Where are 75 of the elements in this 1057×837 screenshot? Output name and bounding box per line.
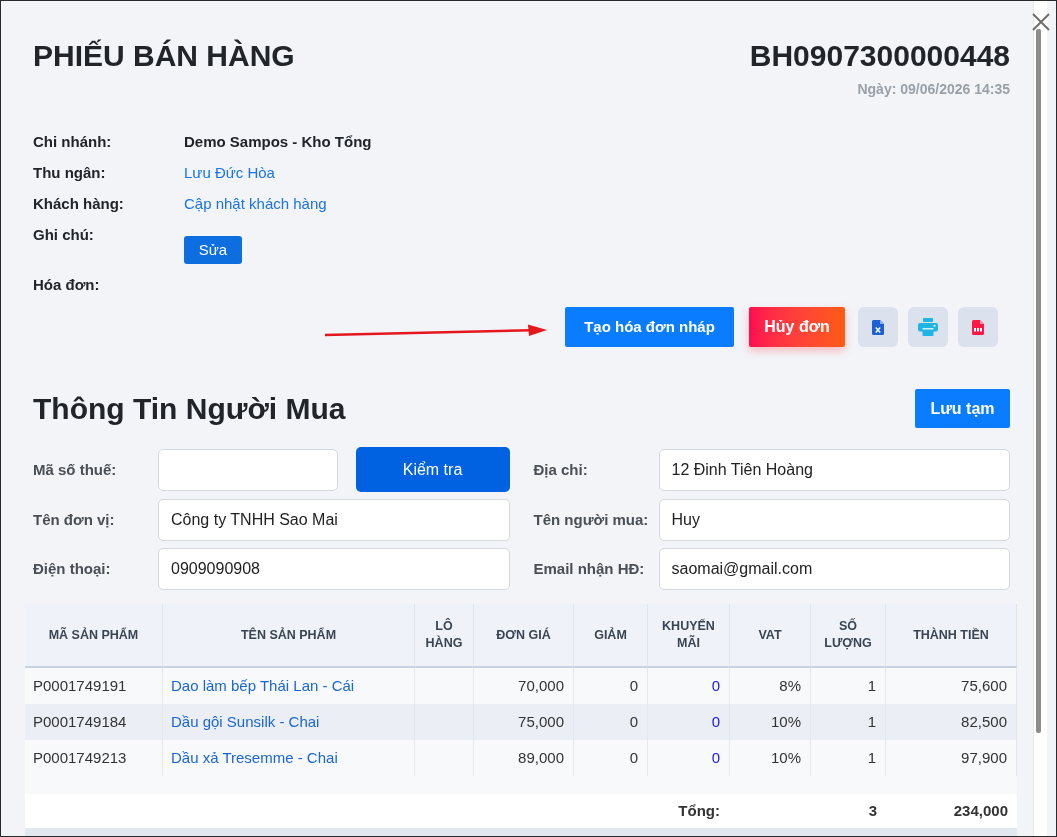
field-label: Tên đơn vị: [33, 510, 116, 530]
promotion-link[interactable]: 0 [648, 704, 730, 740]
table-cell: 75,600 [886, 668, 1017, 704]
invoice-title: PHIẾU BÁN HÀNG [33, 38, 295, 74]
table-cell: 8% [730, 668, 811, 704]
column-header: MÃ SẢN PHẨM [25, 604, 163, 668]
total-quantity: 3 [867, 800, 878, 821]
field-label: Email nhận HĐ: [533, 559, 646, 579]
column-header: KHUYẾN MÃI [648, 604, 730, 668]
scrollbar-thumb[interactable] [1036, 29, 1041, 733]
table-cell: 0 [574, 704, 648, 740]
table-cell: 1 [811, 740, 886, 776]
table-cell: 10% [730, 704, 811, 740]
input-field[interactable]: saomai@gmail.com [658, 548, 1010, 590]
table-cell: P0001749213 [25, 740, 163, 776]
export-button[interactable] [858, 307, 898, 347]
edit-button[interactable]: Sửa [184, 236, 242, 264]
column-header: SỐ LƯỢNG [811, 604, 886, 668]
product-link[interactable]: Dầu xả Tresemme - Chai [163, 740, 415, 776]
invoice-date: Ngày: 09/06/2026 14:35 [857, 80, 1010, 99]
field-label: Địa chỉ: [533, 459, 589, 480]
table-cell: 1 [811, 668, 886, 704]
table-cell: 89,000 [474, 740, 574, 776]
product-link[interactable]: Dao làm bếp Thái Lan - Cái [163, 668, 415, 704]
cancel-order-button[interactable]: Hủy đơn [749, 307, 845, 347]
printer-icon [918, 318, 938, 336]
table-cell: 70,000 [474, 668, 574, 704]
input-field[interactable]: 12 Đinh Tiên Hoàng [658, 448, 1010, 491]
input-field[interactable]: Huy [658, 499, 1010, 541]
column-header: TÊN SẢN PHẨM [163, 604, 415, 668]
detail-link[interactable]: Lưu Đức Hòa [184, 162, 275, 183]
table-cell: P0001749191 [25, 668, 163, 704]
close-icon [1032, 13, 1050, 31]
promotion-link[interactable]: 0 [648, 740, 730, 776]
total-label: Tổng: [677, 800, 721, 821]
draft-invoice-button[interactable]: Tạo hóa đơn nháp [565, 307, 734, 347]
table-cell: 10% [730, 740, 811, 776]
table-cell: 82,500 [886, 704, 1017, 740]
section-title: Thông Tin Người Mua [33, 390, 346, 427]
column-header: GIẢM [574, 604, 648, 668]
field-label: Điện thoại: [33, 559, 112, 579]
invoice-number: BH0907300000448 [749, 38, 1010, 74]
check-button[interactable]: Kiểm tra [355, 447, 510, 492]
table-cell: 0 [574, 668, 648, 704]
close-button[interactable] [1031, 12, 1051, 32]
detail-label: Ghi chú: [33, 225, 95, 245]
field-label: Mã số thuế: [33, 459, 118, 480]
save-draft-button[interactable]: Lưu tạm [915, 389, 1010, 428]
pdf-button[interactable] [958, 307, 998, 347]
detail-label: Thu ngân: [33, 162, 107, 183]
promotion-link[interactable]: 0 [648, 668, 730, 704]
document-cross-icon [872, 319, 884, 335]
detail-label: Chi nhánh: [33, 131, 113, 152]
column-header: VAT [730, 604, 811, 668]
product-link[interactable]: Dầu gội Sunsilk - Chai [163, 704, 415, 740]
table-cell: 1 [811, 704, 886, 740]
table-cell [415, 668, 474, 704]
detail-label: Hóa đơn: [33, 275, 101, 295]
document-icon [972, 319, 984, 335]
column-header: ĐƠN GIÁ [474, 604, 574, 668]
table-cell: P0001749184 [25, 704, 163, 740]
column-header: THÀNH TIỀN [886, 604, 1017, 668]
table-cell: 75,000 [474, 704, 574, 740]
column-header: LÔ HÀNG [415, 604, 474, 668]
detail-link[interactable]: Cập nhật khách hàng [184, 193, 327, 214]
input-field[interactable] [158, 448, 338, 491]
detail-value: Demo Sampos - Kho Tổng [184, 131, 372, 152]
input-field[interactable]: 0909090908 [158, 548, 510, 590]
input-field[interactable]: Công ty TNHH Sao Mai [158, 499, 510, 541]
table-cell: 97,900 [886, 740, 1017, 776]
detail-label: Khách hàng: [33, 193, 125, 214]
print-button[interactable] [908, 307, 948, 347]
field-label: Tên người mua: [533, 510, 650, 530]
table-cell: 0 [574, 740, 648, 776]
total-amount: 234,000 [952, 800, 1009, 821]
